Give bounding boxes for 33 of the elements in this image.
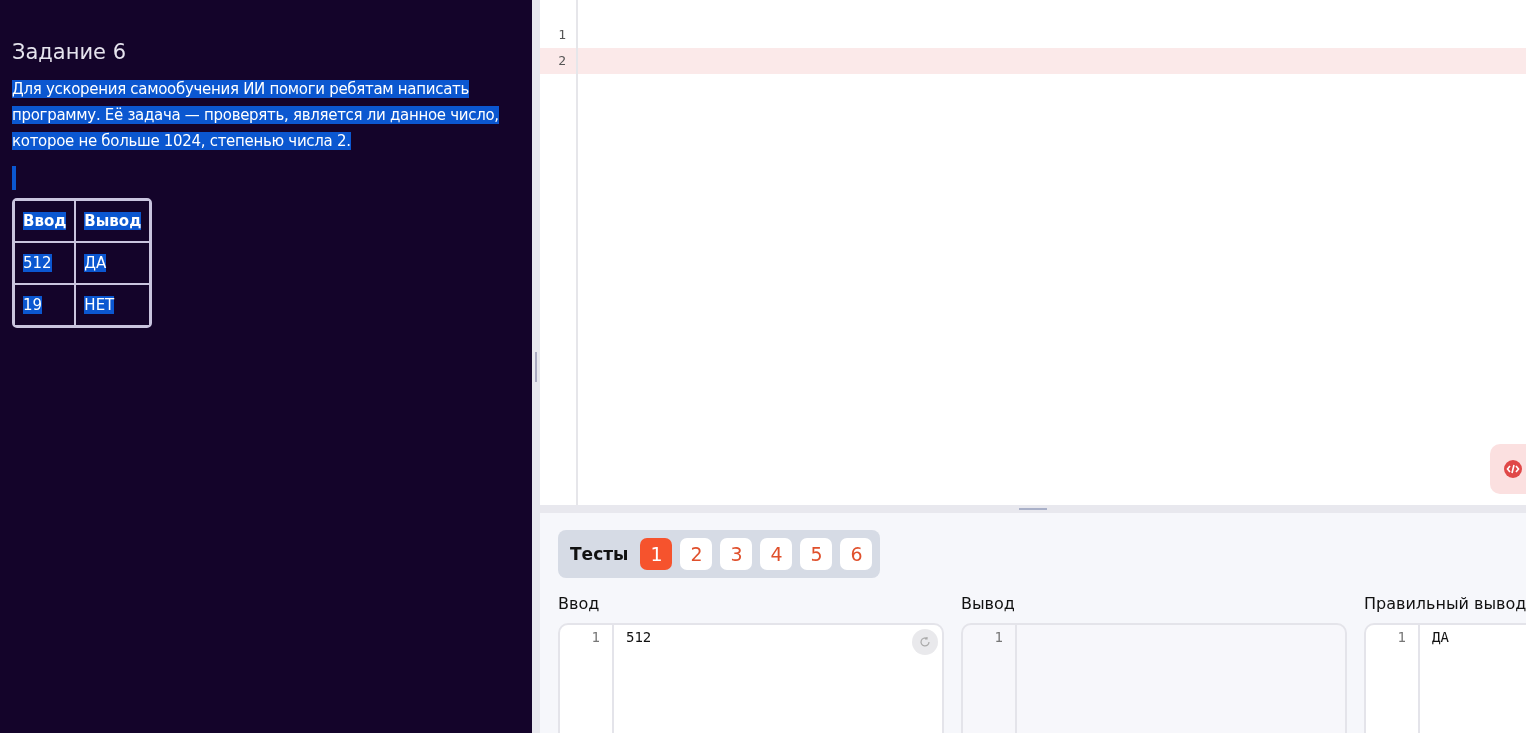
table-header: Вывод	[75, 200, 151, 242]
reset-button[interactable]	[912, 629, 938, 655]
resize-handle[interactable]	[535, 351, 537, 382]
table-header: Ввод	[14, 200, 76, 242]
table-cell: 512	[14, 242, 76, 284]
test-tab[interactable]: 2	[680, 538, 713, 570]
panel-title: Вывод	[961, 594, 1016, 613]
selection-caret	[12, 166, 16, 190]
line-text: ДА	[1432, 629, 1449, 645]
table-cell: ДА	[75, 242, 151, 284]
input-field[interactable]: 1 512	[558, 623, 944, 733]
task-description: Для ускорения самообучения ИИ помоги ребятам написать программу. Её задача — проверять, является ли данное число, которое не больше 1024, степенью числа 2.	[12, 79, 500, 152]
line-number: 1	[1396, 629, 1406, 645]
line-text: 512	[626, 629, 652, 645]
panel-title: Ввод	[558, 594, 601, 613]
test-tab[interactable]: 1	[640, 538, 673, 570]
line-number: 1	[993, 629, 1003, 645]
code-editor[interactable]: 1 2	[540, 0, 1526, 505]
tests-label: Тесты	[570, 544, 629, 564]
line-number: 2	[540, 48, 576, 74]
code-button[interactable]	[1490, 444, 1526, 494]
refresh-icon	[919, 636, 931, 648]
task-title: Задание 6	[12, 40, 127, 64]
table-cell: 19	[14, 284, 76, 326]
line-number: 1	[590, 629, 600, 645]
line-number: 1	[557, 26, 567, 44]
resize-handle[interactable]	[1019, 508, 1047, 510]
test-tab[interactable]: 5	[800, 538, 833, 570]
test-tab[interactable]: 3	[720, 538, 753, 570]
panel-title: Правильный вывод	[1364, 594, 1526, 613]
test-tab[interactable]: 4	[760, 538, 793, 570]
test-tab[interactable]: 6	[840, 538, 873, 570]
code-icon	[1504, 460, 1522, 478]
